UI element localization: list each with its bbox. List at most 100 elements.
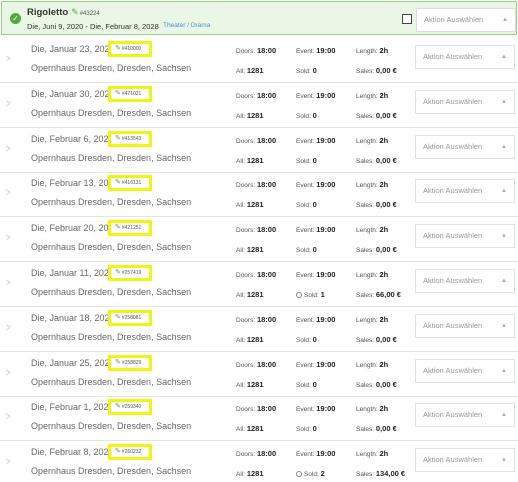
event-venue: Opernhaus Dresden, Dresden, Sachsen [31, 421, 192, 432]
event-action-select[interactable]: Aktion Auswählen ▲ [415, 45, 515, 69]
select-arrows-icon: ▲ [502, 17, 508, 23]
event-row[interactable]: > Die, Februar 20, 2024 ✎#421251 Opernhaus … [0, 217, 518, 263]
event-id-badge[interactable]: ✎#416131 [108, 175, 152, 192]
doors-time: Doors: 18:00 [236, 359, 277, 369]
event-time: Event: 19:00 [296, 180, 336, 190]
event-id-badge[interactable]: ✎#413543 [108, 130, 152, 147]
event-venue: Opernhaus Dresden, Dresden, Sachsen [31, 197, 192, 208]
event-row[interactable]: > Die, Januar 23, 2024 ✎#410000 Opernhaus D… [0, 38, 518, 83]
chevron-right-icon[interactable]: > [6, 232, 11, 244]
event-action-select[interactable]: Aktion Auswählen ▲ [415, 403, 515, 428]
doors-time: Doors: 18:00 [236, 135, 277, 145]
tickets-sold: Sold: 1 [296, 290, 325, 299]
event-length: Length: 2h [356, 314, 389, 324]
event-row[interactable]: > Die, Februar 8, 2028 ✎#260232 Opernhaus D… [0, 441, 518, 482]
capacity-all: All: 1281 [236, 200, 264, 210]
select-arrows-icon: ▲ [501, 188, 507, 195]
event-time: Event: 19:00 [296, 270, 336, 279]
event-venue: Opernhaus Dresden, Dresden, Sachsen [31, 331, 192, 342]
event-venue: Opernhaus Dresden, Dresden, Sachsen [31, 466, 192, 477]
sales-total: Sales: 0,00 € [356, 379, 397, 389]
event-time: Event: 19:00 [296, 404, 336, 414]
event-venue: Opernhaus Dresden, Dresden, Sachsen [31, 107, 192, 118]
event-action-select[interactable]: Aktion Auswählen ▲ [415, 269, 515, 293]
doors-time: Doors: 18:00 [236, 449, 277, 459]
event-row[interactable]: > Die, Januar 25, 2028 ✎#258829 Opernhaus D… [0, 352, 518, 397]
sales-total: Sales: 0,00 € [356, 110, 397, 120]
search-icon[interactable] [296, 292, 302, 298]
event-length: Length: 2h [356, 449, 389, 459]
search-icon[interactable] [296, 471, 302, 478]
event-id-badge[interactable]: ✎#258829 [108, 354, 152, 371]
capacity-all: All: 1281 [236, 110, 264, 120]
event-row[interactable]: > Die, Februar 13, 2024 ✎#416131 Opernhaus … [0, 172, 518, 218]
tickets-sold: Sold: 0 [296, 110, 317, 120]
sales-total: Sales: 134,00 € [356, 469, 406, 479]
paperclip-icon: ✎ [115, 179, 121, 187]
capacity-all: All: 1281 [236, 424, 264, 434]
event-venue: Opernhaus Dresden, Dresden, Sachsen [31, 287, 192, 297]
select-all-checkbox[interactable] [402, 14, 412, 24]
chevron-right-icon[interactable]: > [6, 277, 11, 289]
chevron-right-icon[interactable]: > [6, 367, 11, 379]
event-row[interactable]: > Die, Februar 6, 2024 ✎#413543 Opernhaus D… [0, 128, 518, 173]
select-arrows-icon: ▲ [501, 412, 507, 419]
paperclip-icon: ✎ [115, 358, 121, 366]
event-length: Length: 2h [356, 359, 389, 369]
paperclip-icon: ✎ [115, 45, 121, 52]
capacity-all: All: 1281 [236, 245, 264, 255]
event-length: Length: 2h [356, 225, 389, 235]
event-date: Die, Februar 13, 2024 [31, 178, 119, 189]
event-id-badge[interactable]: ✎#471021 [108, 85, 152, 102]
event-id-badge[interactable]: ✎#421251 [108, 220, 152, 237]
event-date: Die, Februar 6, 2024 [31, 133, 114, 144]
chevron-right-icon[interactable]: > [6, 143, 11, 155]
event-length: Length: 2h [356, 404, 389, 414]
select-arrows-icon: ▲ [501, 54, 507, 60]
event-length: Length: 2h [356, 90, 389, 100]
event-date: Die, Januar 30, 2024 [31, 88, 115, 99]
tickets-sold: Sold: 0 [296, 334, 317, 344]
genre-link[interactable]: Theater / Drama [163, 22, 210, 29]
event-action-select[interactable]: Aktion Auswählen ▲ [415, 89, 515, 114]
doors-time: Doors: 18:00 [236, 225, 277, 235]
chevron-right-icon[interactable]: > [6, 98, 11, 110]
event-id-badge[interactable]: ✎#410000 [108, 41, 152, 57]
event-time: Event: 19:00 [296, 359, 336, 369]
capacity-all: All: 1281 [236, 290, 264, 299]
event-row[interactable]: > Die, Januar 30, 2024 ✎#471021 Opernhaus D… [0, 83, 518, 128]
select-arrows-icon: ▲ [501, 367, 507, 374]
paperclip-icon: ✎ [71, 7, 79, 17]
select-arrows-icon: ▲ [501, 278, 507, 284]
chevron-right-icon[interactable]: > [6, 411, 11, 423]
chevron-right-icon[interactable]: > [6, 456, 11, 468]
chevron-right-icon[interactable]: > [6, 187, 11, 199]
event-action-select[interactable]: Aktion Auswählen ▲ [415, 448, 515, 473]
sales-total: Sales: 0,00 € [356, 334, 397, 344]
chevron-right-icon[interactable]: > [6, 322, 11, 334]
event-length: Length: 2h [356, 135, 389, 145]
event-id-badge[interactable]: ✎#260232 [108, 444, 152, 461]
event-action-select[interactable]: Aktion Auswählen ▲ [415, 358, 515, 383]
event-action-select[interactable]: Aktion Auswählen ▲ [415, 224, 515, 249]
paperclip-icon: ✎ [115, 224, 121, 232]
production-dates: Die, Juni 9, 2020 - Die, Februar 8, 2028 [27, 22, 159, 31]
select-arrows-icon: ▲ [501, 457, 507, 464]
event-action-select[interactable]: Aktion Auswählen ▲ [415, 313, 515, 338]
select-arrows-icon: ▲ [501, 143, 507, 150]
bulk-action-select[interactable]: Aktion Auswählen ▲ [416, 8, 516, 32]
event-action-select[interactable]: Aktion Auswählen ▲ [415, 179, 515, 204]
event-row[interactable]: > Die, Januar 11, 2028 ✎#257419 Opernhaus D… [0, 262, 518, 307]
event-action-select[interactable]: Aktion Auswählen ▲ [415, 134, 515, 159]
doors-time: Doors: 18:00 [236, 314, 277, 324]
event-time: Event: 19:00 [296, 46, 336, 55]
chevron-right-icon[interactable]: > [6, 53, 11, 65]
tickets-sold: Sold: 0 [296, 155, 317, 165]
event-time: Event: 19:00 [296, 135, 336, 145]
event-id-badge[interactable]: ✎#259340 [108, 399, 152, 416]
event-row[interactable]: > Die, Februar 1, 2028 ✎#259340 Opernhaus D… [0, 396, 518, 442]
event-row[interactable]: > Die, Januar 18, 2028 ✎#258081 Opernhaus D… [0, 307, 518, 352]
event-id-badge[interactable]: ✎#257419 [108, 265, 152, 281]
capacity-all: All: 1281 [236, 379, 264, 389]
event-id-badge[interactable]: ✎#258081 [108, 309, 152, 326]
